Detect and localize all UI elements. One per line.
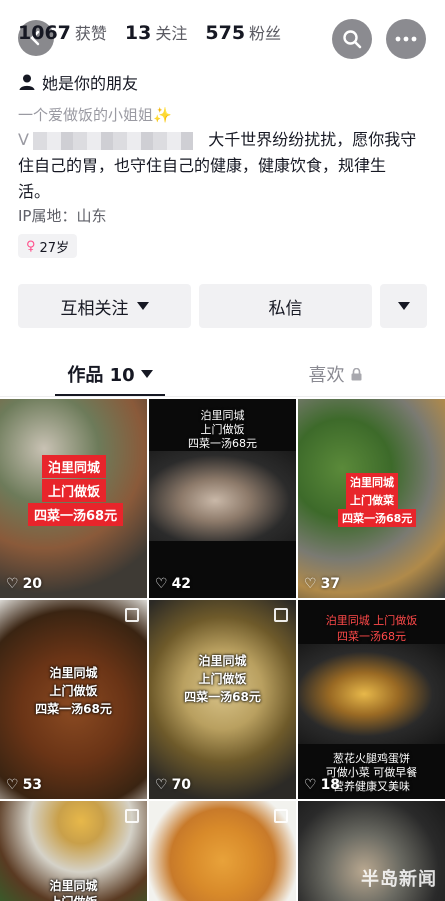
bio-text-a: 大千世界纷纷扰扰，愿你我守 [208,130,417,149]
video-thumbnail-8[interactable] [149,801,296,901]
video-tag: 四菜一汤68元 [338,509,417,527]
video-thumbnail-1[interactable]: 泊里同城 上门做饭 四菜一汤68元 ♡ 20 [0,399,147,598]
heart-icon: ♡ [6,576,19,592]
age-text: 27岁 [39,240,70,256]
caret-down-icon [397,302,410,310]
bio-text-c: 活。 [18,182,51,201]
heart-icon: ♡ [155,777,168,793]
content-tabs: 作品 10 喜欢 [0,354,445,396]
video-thumbnail-2[interactable]: 泊里同城 上门做饭 四菜一汤68元 ♡ 42 [149,399,296,598]
follow-button[interactable]: 互相关注 [18,284,191,328]
follow-label: 互相关注 [60,298,129,319]
sparkle-icon: ✨ [153,106,172,124]
video-likes: ♡ 70 [155,777,191,793]
watermark: 半岛新闻 [361,869,437,890]
video-tag: 上门做饭 [42,479,107,502]
tab-divider [0,396,445,397]
video-thumbnail-7[interactable]: 泊里同城 上门做饭 [0,801,147,901]
blurred-contact [32,131,193,150]
multi-image-icon [274,608,288,622]
person-icon [19,74,35,90]
tab-works[interactable]: 作品 10 [55,354,165,394]
tab-likes-label: 喜欢 [308,365,345,386]
multi-image-icon [125,809,139,823]
more-icon [395,36,417,42]
video-likes-count: 20 [22,576,43,592]
caret-down-icon [140,370,153,378]
multi-image-icon [125,608,139,622]
caption-line: 四菜一汤68元 [35,702,112,716]
more-button[interactable] [386,19,426,59]
video-likes-count: 70 [171,777,192,793]
bio-text: V 大千世界纷纷扰扰，愿你我守 住自己的胃，也守住自己的健康，健康饮食，规律生 … [18,127,430,205]
video-likes: ♡ 53 [6,777,42,793]
caption-line: 四菜一汤68元 [188,437,257,450]
stat-following[interactable]: 13 关注 [125,20,187,44]
video-likes-count: 42 [171,576,192,592]
ip-location: IP属地：山东 [18,207,107,225]
age-tag: ♀ 27岁 [18,234,78,258]
female-icon: ♀ [26,238,36,254]
caption-line: 泊里同城 [198,654,247,668]
video-thumbnail-3[interactable]: 泊里同城 上门做菜 四菜一汤68元 ♡ 37 [298,399,445,598]
heart-icon: ♡ [6,777,19,793]
heart-icon: ♡ [304,777,317,793]
stat-followers-count: 575 [205,22,246,44]
caption-line: 泊里同城 [49,879,98,893]
search-button[interactable] [332,19,372,59]
video-thumbnail-5[interactable]: 泊里同城 上门做饭 四菜一汤68元 ♡ 70 [149,600,296,799]
heart-icon: ♡ [155,576,168,592]
stat-following-count: 13 [124,22,152,44]
video-thumbnail-9[interactable]: 半岛新闻 [298,801,445,901]
lock-icon [351,367,361,380]
multi-image-icon [274,809,288,823]
video-likes: ♡ 37 [304,576,340,592]
caption-line: 四菜一汤68元 [184,690,261,704]
caption-line: 上门做饭 [0,893,147,901]
stat-likes[interactable]: 1067 获赞 [18,20,107,44]
bio-prefix: V [18,130,29,149]
caption-line: 四菜一汤68元 [337,630,406,643]
stat-likes-count: 1067 [18,22,71,44]
video-likes-count: 37 [320,576,341,592]
message-button[interactable]: 私信 [199,284,372,328]
video-thumbnail-6[interactable]: 泊里同城 上门做饭 四菜一汤68元 葱花火腿鸡蛋饼 可做小菜 可做早餐 营养健康… [298,600,445,799]
video-likes: ♡ 42 [155,576,191,592]
heart-icon: ♡ [304,576,317,592]
bio-line-1-text: 一个爱做饭的小姐姐 [18,106,154,124]
search-icon [343,30,362,49]
stat-followers-label: 粉丝 [249,24,282,43]
caption-line: 上门做饭 [198,672,247,686]
more-actions-button[interactable] [380,284,427,328]
video-tag: 上门做菜 [346,491,398,509]
caption-line: 泊里同城 上门做饭 [325,614,418,627]
bio-line-1: 一个爱做饭的小姐姐✨ [18,104,172,125]
video-tag: 泊里同城 [346,473,398,491]
message-label: 私信 [268,298,303,319]
stat-followers[interactable]: 575 粉丝 [205,20,281,44]
video-tag: 泊里同城 [42,455,107,478]
food-image [298,644,445,744]
stat-likes-label: 获赞 [74,24,107,43]
video-likes: ♡ 20 [6,576,42,592]
video-likes: ♡ 18 [304,777,340,793]
stat-following-label: 关注 [155,24,188,43]
food-image [149,451,296,541]
caption-line: 泊里同城 [49,666,98,680]
bio-text-b: 住自己的胃，也守住自己的健康，健康饮食，规律生 [18,156,387,175]
friend-text: 她是你的朋友 [42,74,139,93]
tab-likes[interactable]: 喜欢 [280,354,390,394]
profile-stats: 1067 获赞 13 关注 575 粉丝 [18,20,281,44]
video-likes-count: 53 [22,777,43,793]
caret-down-icon [136,302,149,310]
video-thumbnail-4[interactable]: 泊里同城 上门做饭 四菜一汤68元 ♡ 53 [0,600,147,799]
friend-indicator: 她是你的朋友 [18,70,138,94]
video-likes-count: 18 [320,777,341,793]
caption-line: 上门做饭 [49,684,98,698]
video-tag: 四菜一汤68元 [28,503,124,526]
tab-works-label: 作品 10 [67,365,135,386]
